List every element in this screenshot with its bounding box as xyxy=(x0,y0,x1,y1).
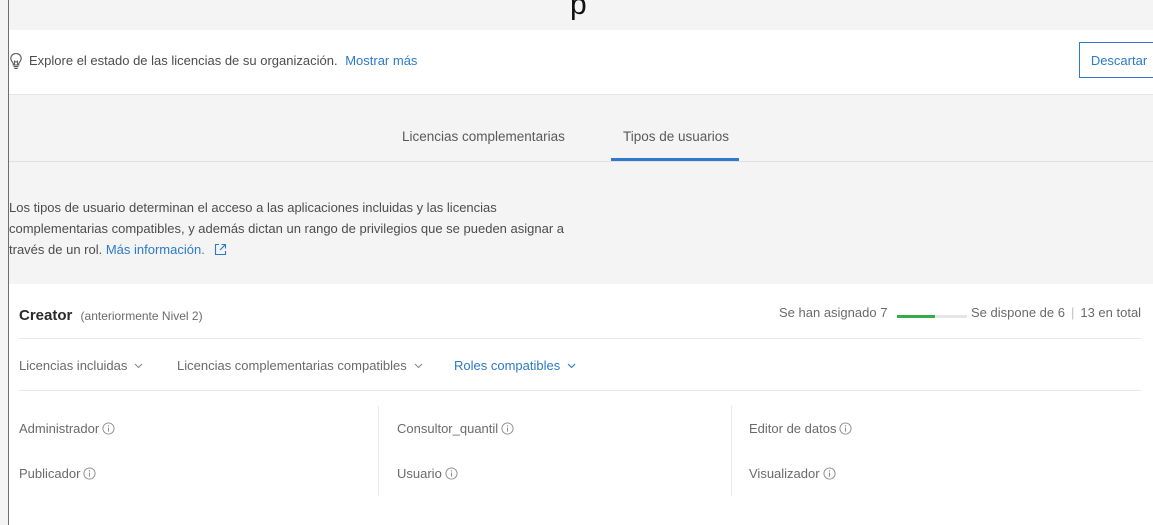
chevron-down-icon xyxy=(134,357,143,372)
dismiss-button[interactable]: Descartar xyxy=(1079,42,1153,78)
available-count: Se dispone de 6 xyxy=(971,305,1065,320)
column-divider xyxy=(378,406,379,496)
description-text: Los tipos de usuario determinan el acces… xyxy=(9,200,564,257)
compatible-addon-licenses-label: Licencias complementarias compatibles xyxy=(177,358,407,373)
role-item: Usuario xyxy=(397,466,458,483)
info-banner: Explore el estado de las licencias de su… xyxy=(9,30,1153,95)
user-type-card: Creator (anteriormente Nivel 2) Se han a… xyxy=(9,284,1153,525)
active-tab-indicator xyxy=(611,158,739,161)
user-types-description: Los tipos de usuario determinan el acces… xyxy=(9,197,579,262)
included-licenses-dropdown[interactable]: Licencias incluidas xyxy=(19,357,143,373)
summary-separator: | xyxy=(1070,305,1075,320)
role-label: Editor de datos xyxy=(749,421,837,436)
license-usage-fill xyxy=(897,315,935,318)
info-icon[interactable] xyxy=(83,467,96,483)
chevron-down-icon xyxy=(414,357,423,372)
user-type-name: Creator xyxy=(19,307,73,324)
license-summary: Se dispone de 6 | 13 en total xyxy=(971,305,1141,320)
role-label: Usuario xyxy=(397,466,442,481)
external-link-icon[interactable] xyxy=(214,241,227,262)
cut-off-title: p xyxy=(570,0,587,21)
role-item: Administrador xyxy=(19,421,115,438)
more-info-link[interactable]: Más información. xyxy=(106,242,205,257)
tab-addon-licenses[interactable]: Licencias complementarias xyxy=(402,129,565,144)
tab-bar: Licencias complementarias Tipos de usuar… xyxy=(9,95,1153,162)
info-icon[interactable] xyxy=(102,422,115,438)
compatible-roles-dropdown[interactable]: Roles compatibles xyxy=(454,357,576,373)
top-strip: p xyxy=(0,0,1153,30)
lightbulb-icon xyxy=(9,52,23,70)
chevron-down-icon xyxy=(567,357,576,372)
card-divider xyxy=(19,390,1141,391)
info-icon[interactable] xyxy=(823,467,836,483)
compatible-roles-label: Roles compatibles xyxy=(454,358,561,373)
user-type-heading: Creator (anteriormente Nivel 2) xyxy=(19,307,203,324)
info-icon[interactable] xyxy=(501,422,514,438)
info-icon[interactable] xyxy=(839,422,853,438)
assigned-count: Se han asignado 7 xyxy=(779,305,888,320)
role-item: Editor de datos xyxy=(749,421,853,438)
role-label: Administrador xyxy=(19,421,100,436)
license-usage-bar xyxy=(897,315,967,318)
info-icon[interactable] xyxy=(445,467,458,483)
show-more-link[interactable]: Mostrar más xyxy=(345,53,417,68)
role-label: Visualizador xyxy=(749,466,820,481)
user-type-subtitle: (anteriormente Nivel 2) xyxy=(80,309,203,323)
role-label: Publicador xyxy=(19,466,81,481)
banner-message: Explore el estado de las licencias de su… xyxy=(29,53,338,68)
column-divider xyxy=(731,406,732,496)
tab-user-types[interactable]: Tipos de usuarios xyxy=(623,129,729,144)
included-licenses-label: Licencias incluidas xyxy=(19,358,128,373)
role-item: Publicador xyxy=(19,466,96,483)
role-item: Consultor_quantil xyxy=(397,421,514,438)
role-label: Consultor_quantil xyxy=(397,421,499,436)
window-left-edge xyxy=(8,0,9,525)
role-item: Visualizador xyxy=(749,466,836,483)
banner-message-row: Explore el estado de las licencias de su… xyxy=(29,53,417,68)
card-divider xyxy=(19,338,1141,339)
compatible-addon-licenses-dropdown[interactable]: Licencias complementarias compatibles xyxy=(177,357,423,373)
total-count: 13 en total xyxy=(1080,305,1142,320)
